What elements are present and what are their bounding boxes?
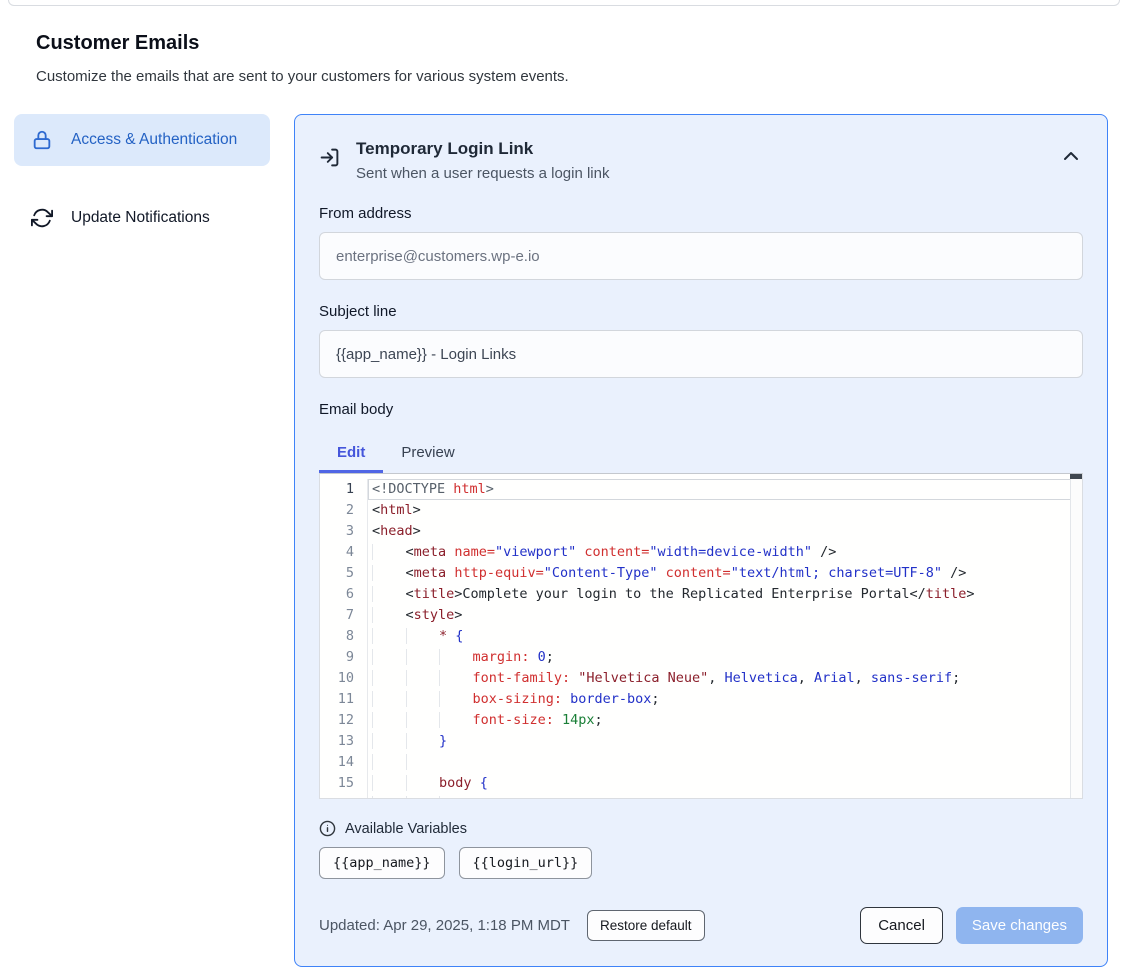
sidebar-item-access-authentication[interactable]: Access & Authentication: [14, 114, 270, 166]
code-line-content: <head>: [368, 521, 1082, 542]
page-title: Customer Emails: [36, 32, 1092, 55]
line-number: 3: [320, 521, 368, 542]
line-number: 5: [320, 563, 368, 584]
code-line-content: margin: 0;: [368, 647, 1082, 668]
line-number: 15: [320, 773, 368, 794]
code-line-content: <html>: [368, 500, 1082, 521]
info-icon: [319, 820, 336, 837]
updated-timestamp: Updated: Apr 29, 2025, 1:18 PM MDT: [319, 917, 570, 934]
line-number: 14: [320, 752, 368, 773]
code-line-content: <meta http-equiv="Content-Type" content=…: [368, 563, 1082, 584]
subject-line-input[interactable]: [319, 330, 1083, 378]
code-line-content: <meta name="viewport" content="width=dev…: [368, 542, 1082, 563]
card-title: Temporary Login Link: [356, 139, 609, 159]
editor-scrollbar[interactable]: [1070, 474, 1082, 798]
card-subtitle: Sent when a user requests a login link: [356, 165, 609, 182]
code-line[interactable]: 1<!DOCTYPE html>: [320, 479, 1082, 500]
subject-line-label: Subject line: [319, 303, 1083, 320]
variable-chips: {{app_name}} {{login_url}}: [319, 847, 1083, 879]
code-line[interactable]: 16 background-color: #f6f8fa;: [320, 794, 1082, 799]
code-line[interactable]: 12 font-size: 14px;: [320, 710, 1082, 731]
line-number: 9: [320, 647, 368, 668]
page-header: Customer Emails Customize the emails tha…: [36, 32, 1092, 85]
line-number: 16: [320, 794, 368, 799]
from-address-input[interactable]: [319, 232, 1083, 280]
login-icon: [319, 147, 340, 168]
code-line-content: font-family: "Helvetica Neue", Helvetica…: [368, 668, 1082, 689]
card-footer: Updated: Apr 29, 2025, 1:18 PM MDT Resto…: [319, 907, 1083, 944]
from-address-label: From address: [319, 205, 1083, 222]
line-number: 13: [320, 731, 368, 752]
line-number: 2: [320, 500, 368, 521]
line-number: 6: [320, 584, 368, 605]
code-line[interactable]: 14: [320, 752, 1082, 773]
save-changes-button[interactable]: Save changes: [956, 907, 1083, 944]
code-line-content: * {: [368, 626, 1082, 647]
cancel-button[interactable]: Cancel: [860, 907, 943, 944]
email-types-sidebar: Access & Authentication Update Notificati…: [14, 114, 270, 244]
sidebar-item-update-notifications[interactable]: Update Notifications: [14, 192, 270, 244]
line-number: 4: [320, 542, 368, 563]
email-body-code-editor[interactable]: 1<!DOCTYPE html>2<html>3<head>4 <meta na…: [319, 473, 1083, 799]
code-line[interactable]: 4 <meta name="viewport" content="width=d…: [320, 542, 1082, 563]
email-body-label: Email body: [319, 401, 1083, 418]
code-line-content: <style>: [368, 605, 1082, 626]
code-line[interactable]: 6 <title>Complete your login to the Repl…: [320, 584, 1082, 605]
line-number: 12: [320, 710, 368, 731]
code-line[interactable]: 9 margin: 0;: [320, 647, 1082, 668]
email-body-tabs: EditPreview: [319, 434, 1083, 473]
available-variables-label: Available Variables: [345, 821, 467, 837]
temporary-login-link-card: Temporary Login Link Sent when a user re…: [294, 114, 1108, 967]
code-line-content: }: [368, 731, 1082, 752]
code-line[interactable]: 7 <style>: [320, 605, 1082, 626]
code-line-content: <!DOCTYPE html>: [368, 479, 1082, 500]
page-subtitle: Customize the emails that are sent to yo…: [36, 68, 1092, 85]
code-line-content: <title>Complete your login to the Replic…: [368, 584, 1082, 605]
code-line[interactable]: 15 body {: [320, 773, 1082, 794]
code-line[interactable]: 3<head>: [320, 521, 1082, 542]
lock-icon: [30, 128, 54, 152]
code-line-content: body {: [368, 773, 1082, 794]
card-header: Temporary Login Link Sent when a user re…: [319, 139, 1083, 182]
code-line[interactable]: 5 <meta http-equiv="Content-Type" conten…: [320, 563, 1082, 584]
code-line-content: background-color: #f6f8fa;: [368, 794, 1082, 799]
chevron-up-icon: [1063, 151, 1079, 161]
variable-chip[interactable]: {{app_name}}: [319, 847, 445, 879]
variable-chip[interactable]: {{login_url}}: [459, 847, 593, 879]
code-line-content: [368, 752, 1082, 773]
card-header-text: Temporary Login Link Sent when a user re…: [356, 139, 609, 182]
tab-preview[interactable]: Preview: [383, 434, 472, 473]
previous-card-bottom-edge: [8, 0, 1120, 6]
line-number: 11: [320, 689, 368, 710]
refresh-icon: [30, 206, 54, 230]
collapse-button[interactable]: [1059, 147, 1083, 165]
line-number: 7: [320, 605, 368, 626]
restore-default-button[interactable]: Restore default: [587, 910, 705, 941]
tab-edit[interactable]: Edit: [319, 434, 383, 473]
editor-scrollbar-thumb[interactable]: [1070, 474, 1082, 479]
line-number: 1: [320, 479, 368, 500]
code-line[interactable]: 13 }: [320, 731, 1082, 752]
code-line[interactable]: 2<html>: [320, 500, 1082, 521]
sidebar-item-label: Access & Authentication: [71, 128, 237, 152]
code-line-content: box-sizing: border-box;: [368, 689, 1082, 710]
code-line[interactable]: 11 box-sizing: border-box;: [320, 689, 1082, 710]
code-line[interactable]: 8 * {: [320, 626, 1082, 647]
code-line-content: font-size: 14px;: [368, 710, 1082, 731]
line-number: 8: [320, 626, 368, 647]
code-line[interactable]: 10 font-family: "Helvetica Neue", Helvet…: [320, 668, 1082, 689]
sidebar-item-label: Update Notifications: [71, 206, 210, 230]
line-number: 10: [320, 668, 368, 689]
